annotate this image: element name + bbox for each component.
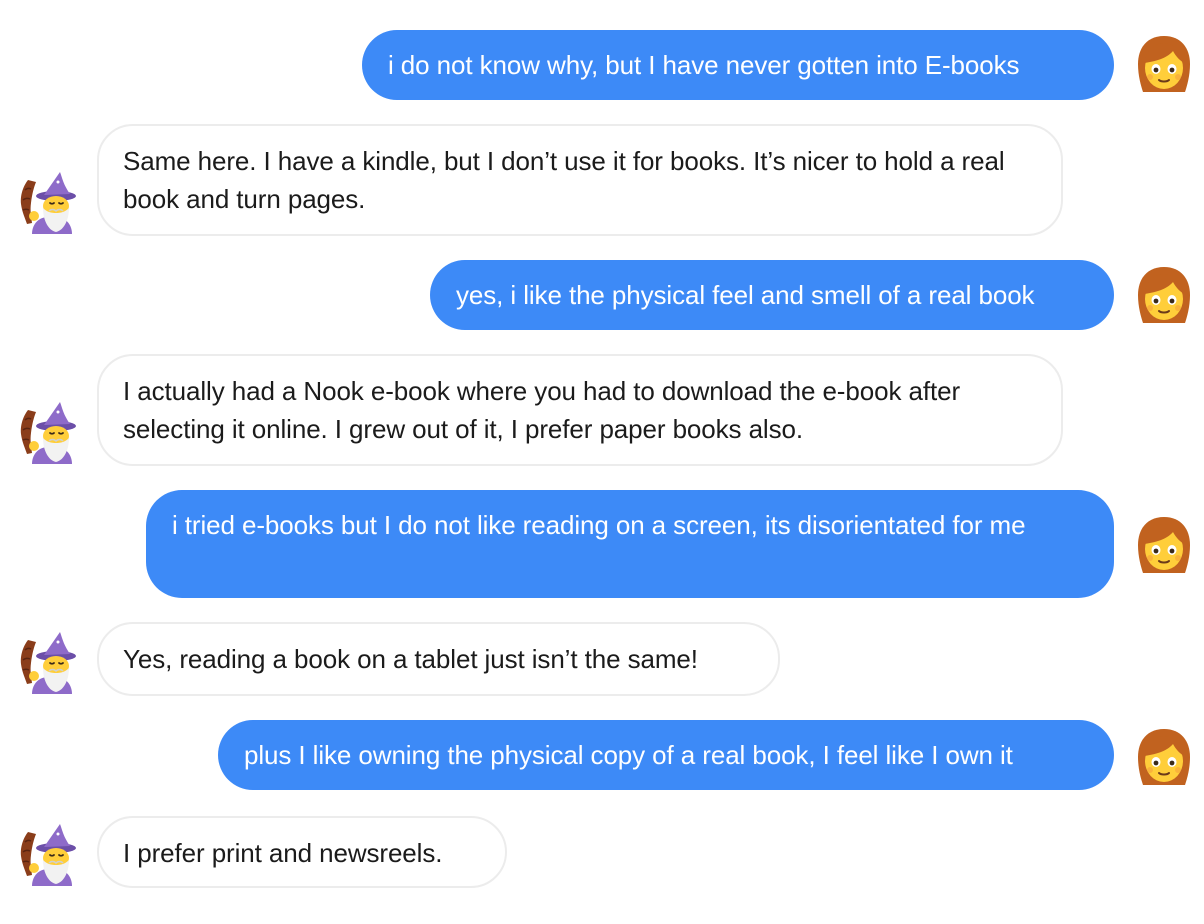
user-message-bubble: plus I like owning the physical copy of … (218, 720, 1114, 790)
message-row-user: i tried e-books but I do not like readin… (0, 490, 1204, 598)
message-text: I actually had a Nook e-book where you h… (123, 376, 960, 444)
woman-red-hair-icon (1132, 514, 1196, 578)
message-row-user: i do not know why, but I have never gott… (0, 30, 1204, 100)
woman-red-hair-icon (1132, 726, 1196, 790)
user-message-bubble: yes, i like the physical feel and smell … (430, 260, 1114, 330)
message-text: i tried e-books but I do not like readin… (172, 510, 1026, 540)
message-row-user: plus I like owning the physical copy of … (0, 720, 1204, 790)
message-text: plus I like owning the physical copy of … (244, 740, 1013, 770)
user-message-bubble: i do not know why, but I have never gott… (362, 30, 1114, 100)
woman-red-hair-icon (1132, 264, 1196, 328)
wizard-icon (16, 170, 80, 234)
bot-message-bubble: Same here. I have a kindle, but I don’t … (97, 124, 1063, 236)
bot-message-bubble: I prefer print and newsreels. (97, 816, 507, 888)
message-text: I prefer print and newsreels. (123, 838, 443, 868)
message-row-user: yes, i like the physical feel and smell … (0, 260, 1204, 330)
message-text: i do not know why, but I have never gott… (388, 50, 1020, 80)
bot-message-bubble: Yes, reading a book on a tablet just isn… (97, 622, 780, 696)
message-row-bot: I prefer print and newsreels. (0, 816, 1204, 888)
wizard-icon (16, 630, 80, 694)
message-row-bot: Yes, reading a book on a tablet just isn… (0, 622, 1204, 696)
message-text: Yes, reading a book on a tablet just isn… (123, 644, 698, 674)
user-message-bubble: i tried e-books but I do not like readin… (146, 490, 1114, 598)
chat-transcript: i do not know why, but I have never gott… (0, 0, 1204, 924)
message-row-bot: Same here. I have a kindle, but I don’t … (0, 124, 1204, 236)
message-text: Same here. I have a kindle, but I don’t … (123, 146, 1005, 214)
bot-message-bubble: I actually had a Nook e-book where you h… (97, 354, 1063, 466)
message-row-bot: I actually had a Nook e-book where you h… (0, 354, 1204, 466)
wizard-icon (16, 400, 80, 464)
message-text: yes, i like the physical feel and smell … (456, 280, 1035, 310)
woman-red-hair-icon (1132, 33, 1196, 97)
wizard-icon (16, 822, 80, 886)
